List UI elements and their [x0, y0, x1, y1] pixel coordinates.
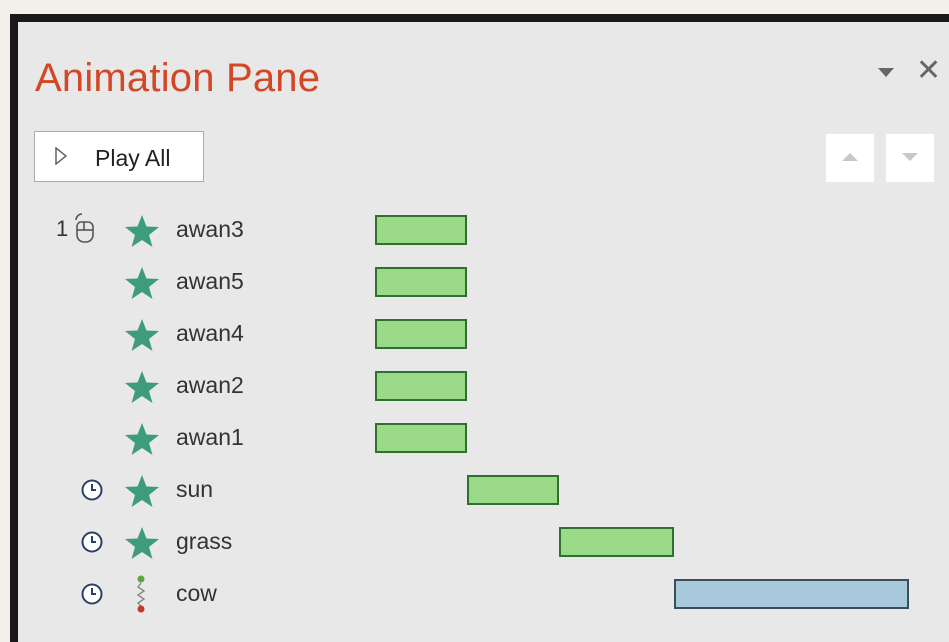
animation-name: awan3	[176, 216, 244, 242]
animation-pane: Animation Pane ✕ Play All 1 awan3 awan5 …	[18, 22, 949, 642]
timeline-bar[interactable]	[375, 267, 467, 297]
star-icon	[125, 319, 159, 351]
play-icon	[55, 147, 67, 165]
clock-icon	[81, 531, 103, 553]
animation-name: awan2	[176, 372, 244, 398]
animation-name: awan4	[176, 320, 244, 346]
play-all-button[interactable]: Play All	[34, 131, 204, 182]
animation-name: grass	[176, 528, 233, 554]
animation-item-sun[interactable]: sun	[18, 462, 949, 514]
animation-item-grass[interactable]: grass	[18, 514, 949, 566]
timeline-bar[interactable]	[467, 475, 559, 505]
clock-icon	[81, 583, 103, 605]
star-icon	[125, 527, 159, 559]
animation-item-awan4[interactable]: awan4	[18, 306, 949, 358]
animation-item-awan2[interactable]: awan2	[18, 358, 949, 410]
close-icon[interactable]: ✕	[916, 56, 941, 86]
star-icon	[125, 475, 159, 507]
timeline-bar[interactable]	[375, 423, 467, 453]
star-icon	[125, 215, 159, 247]
move-down-button[interactable]	[886, 134, 934, 182]
animation-name: sun	[176, 476, 214, 502]
timeline-bar[interactable]	[375, 215, 467, 245]
timeline-bar[interactable]	[559, 527, 674, 557]
play-all-label: Play All	[95, 145, 171, 171]
star-icon	[125, 423, 159, 455]
timeline-bar[interactable]	[375, 371, 467, 401]
animation-item-cow[interactable]: cow	[18, 566, 949, 618]
move-up-icon	[842, 153, 858, 161]
motion-path-icon	[136, 575, 146, 613]
clock-icon	[81, 479, 103, 501]
timeline-bar[interactable]	[375, 319, 467, 349]
pane-options-chevron-down-icon[interactable]	[878, 68, 894, 77]
animation-item-awan1[interactable]: awan1	[18, 410, 949, 462]
star-icon	[125, 371, 159, 403]
animation-name: awan5	[176, 268, 244, 294]
star-icon	[125, 267, 159, 299]
animation-item-awan3[interactable]: 1 awan3	[18, 202, 949, 254]
move-down-icon	[902, 153, 918, 161]
mouse-click-icon	[75, 213, 94, 243]
animation-name: cow	[176, 580, 217, 606]
animation-name: awan1	[176, 424, 244, 450]
move-up-button[interactable]	[826, 134, 874, 182]
timeline-bar[interactable]	[674, 579, 909, 609]
animation-item-awan5[interactable]: awan5	[18, 254, 949, 306]
pane-title: Animation Pane	[35, 56, 321, 100]
animation-order-number: 1	[56, 216, 69, 241]
